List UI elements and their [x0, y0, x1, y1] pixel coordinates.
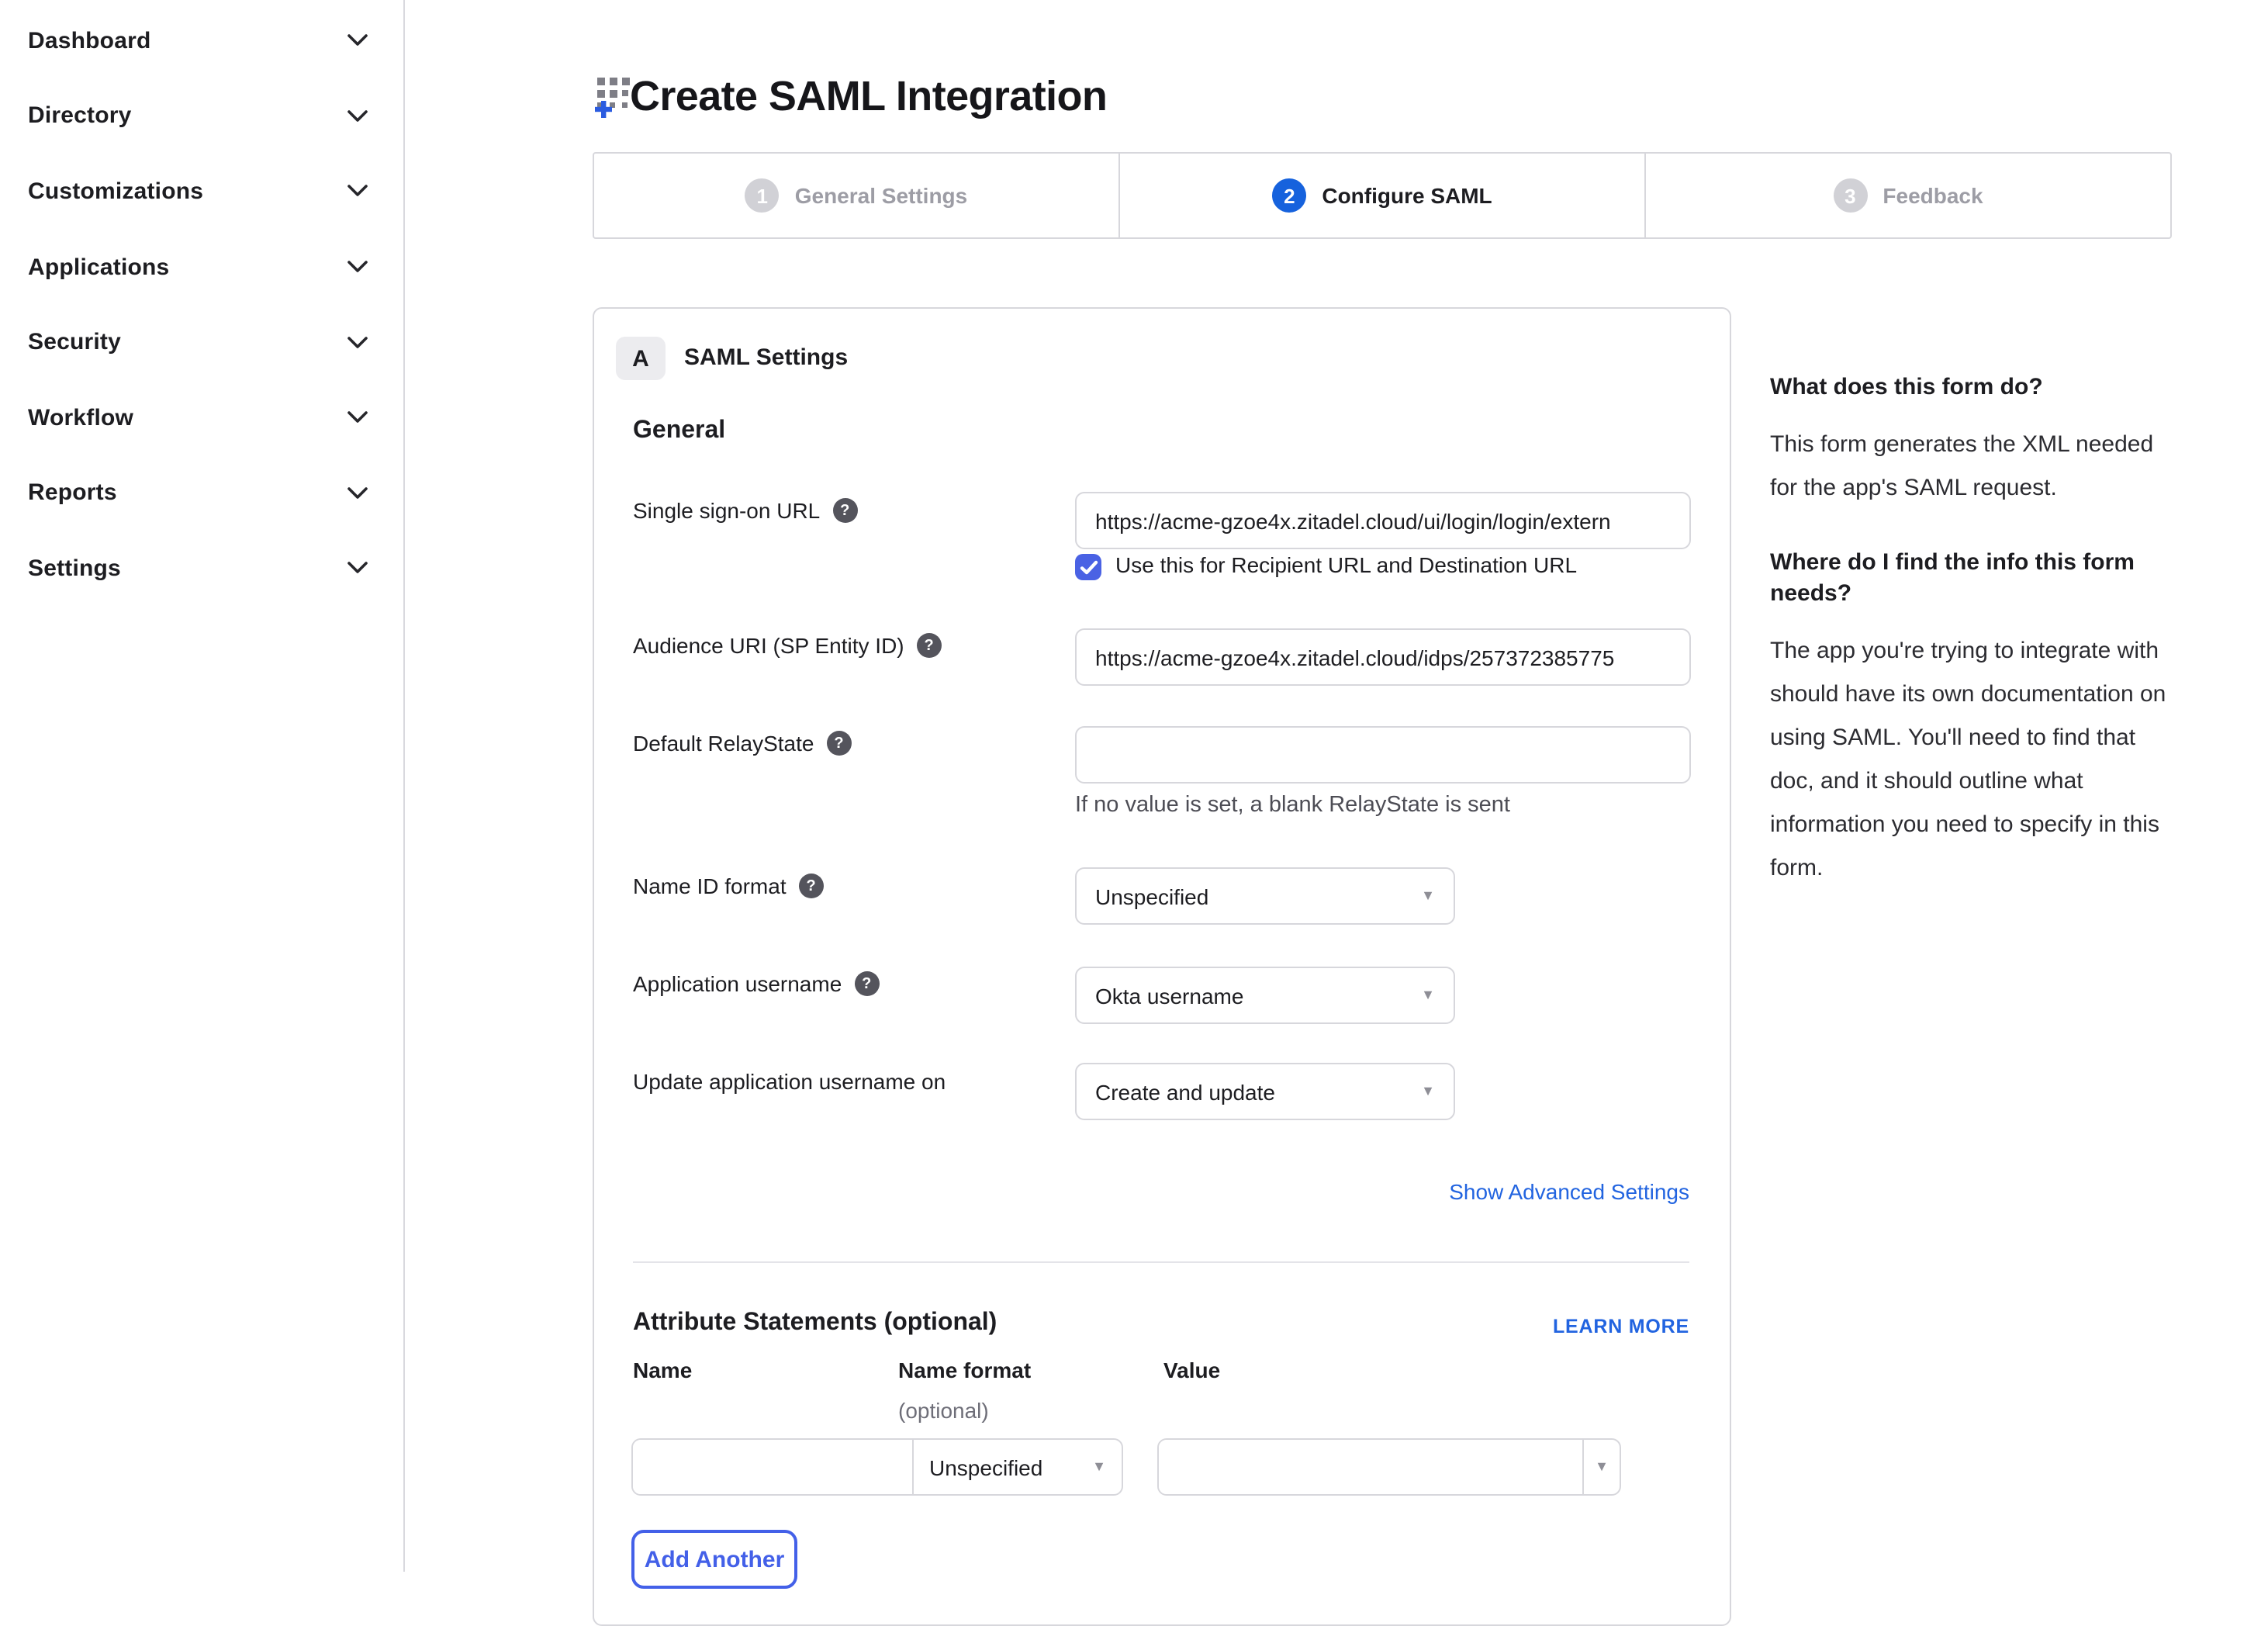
sidebar-item-settings[interactable]: Settings: [0, 531, 403, 606]
sidebar-item-customizations[interactable]: Customizations: [0, 154, 403, 229]
application-username-label: Application username ?: [633, 968, 879, 999]
field-label-text: Update application username on: [633, 1069, 946, 1094]
question-mark-icon[interactable]: ?: [832, 498, 857, 523]
attribute-statements-heading: Attribute Statements (optional): [633, 1309, 997, 1337]
triangle-down-icon: ▼: [1595, 1460, 1609, 1474]
step-label: Feedback: [1883, 183, 1983, 208]
sidebar-item-label: Reports: [28, 480, 117, 507]
section-a-badge: A: [616, 337, 666, 380]
attribute-name-format-select[interactable]: Unspecified ▼: [912, 1440, 1122, 1494]
audience-uri-input[interactable]: [1075, 628, 1691, 686]
column-header-value: Value: [1163, 1358, 1220, 1382]
attribute-value-group: ▼: [1157, 1438, 1621, 1496]
help-answer-1: This form generates the XML needed for t…: [1770, 424, 2176, 510]
triangle-down-icon: ▼: [1421, 889, 1435, 903]
sidebar-item-reports[interactable]: Reports: [0, 455, 403, 531]
field-label-text: Name ID format: [633, 874, 787, 898]
sidebar: Dashboard Directory Customizations Appli…: [0, 0, 405, 1572]
chevron-down-icon: [347, 185, 368, 198]
name-id-format-label: Name ID format ?: [633, 870, 824, 901]
check-icon: [1079, 559, 1098, 575]
sidebar-item-label: Directory: [28, 103, 132, 130]
sso-url-label: Single sign-on URL ?: [633, 495, 857, 526]
help-answer-2: The app you're trying to integrate with …: [1770, 630, 2176, 891]
field-label-text: Single sign-on URL: [633, 498, 820, 523]
attribute-value-input[interactable]: [1159, 1440, 1582, 1494]
help-panel: What does this form do? This form genera…: [1770, 372, 2176, 928]
sidebar-item-applications[interactable]: Applications: [0, 230, 403, 305]
chevron-down-icon: [347, 35, 368, 47]
question-mark-icon[interactable]: ?: [854, 971, 879, 996]
chevron-down-icon: [347, 336, 368, 348]
select-value: Unspecified: [929, 1455, 1042, 1479]
app-grid-plus-icon: [594, 78, 631, 118]
chevron-down-icon: [347, 562, 368, 575]
select-value: Create and update: [1095, 1079, 1275, 1104]
audience-uri-label: Audience URI (SP Entity ID) ?: [633, 630, 942, 661]
select-value: Okta username: [1095, 983, 1243, 1008]
chevron-down-icon: [347, 412, 368, 424]
wizard-stepper: 1 General Settings 2 Configure SAML 3 Fe…: [593, 152, 2172, 239]
section-title: SAML Settings: [684, 344, 848, 371]
sidebar-item-security[interactable]: Security: [0, 305, 403, 380]
step-number-badge: 3: [1833, 178, 1867, 213]
triangle-down-icon: ▼: [1092, 1460, 1106, 1474]
sso-url-input[interactable]: [1075, 492, 1691, 549]
chevron-down-icon: [347, 110, 368, 123]
relaystate-hint: If no value is set, a blank RelayState i…: [1075, 793, 1510, 818]
step-general-settings[interactable]: 1 General Settings: [594, 154, 1118, 237]
question-mark-icon[interactable]: ?: [917, 633, 942, 658]
recipient-url-checkbox-label: Use this for Recipient URL and Destinati…: [1115, 552, 1577, 577]
add-another-button[interactable]: Add Another: [631, 1530, 797, 1589]
sidebar-item-dashboard[interactable]: Dashboard: [0, 3, 403, 78]
relaystate-input[interactable]: [1075, 726, 1691, 784]
application-username-select[interactable]: Okta username ▼: [1075, 967, 1455, 1024]
name-id-format-select[interactable]: Unspecified ▼: [1075, 867, 1455, 925]
chevron-down-icon: [347, 261, 368, 273]
question-mark-icon[interactable]: ?: [826, 731, 851, 756]
saml-settings-card: A SAML Settings General Single sign-on U…: [593, 307, 1731, 1626]
question-mark-icon[interactable]: ?: [799, 874, 824, 898]
attribute-value-dropdown-button[interactable]: ▼: [1582, 1440, 1620, 1494]
step-number-badge: 2: [1272, 178, 1306, 213]
sidebar-item-directory[interactable]: Directory: [0, 78, 403, 154]
triangle-down-icon: ▼: [1421, 988, 1435, 1002]
column-header-name-format: Name format: [898, 1358, 1031, 1382]
step-number-badge: 1: [745, 178, 780, 213]
section-divider: [633, 1261, 1689, 1263]
sidebar-item-label: Security: [28, 329, 121, 355]
step-feedback[interactable]: 3 Feedback: [1644, 154, 2170, 237]
general-heading: General: [633, 417, 725, 445]
update-username-select[interactable]: Create and update ▼: [1075, 1063, 1455, 1120]
step-configure-saml[interactable]: 2 Configure SAML: [1118, 154, 1644, 237]
relaystate-label: Default RelayState ?: [633, 728, 851, 759]
attribute-name-format-group: Unspecified ▼: [631, 1438, 1123, 1496]
update-username-label: Update application username on: [633, 1066, 946, 1097]
show-advanced-settings-link[interactable]: Show Advanced Settings: [1449, 1179, 1689, 1204]
sidebar-item-label: Workflow: [28, 405, 133, 431]
sidebar-item-label: Dashboard: [28, 28, 151, 54]
help-question-1: What does this form do?: [1770, 372, 2176, 403]
field-label-text: Audience URI (SP Entity ID): [633, 633, 904, 658]
step-label: Configure SAML: [1322, 183, 1492, 208]
select-value: Unspecified: [1095, 884, 1208, 908]
sidebar-item-label: Applications: [28, 254, 169, 280]
help-question-2: Where do I find the info this form needs…: [1770, 548, 2176, 610]
column-header-name: Name: [633, 1358, 692, 1382]
recipient-url-checkbox[interactable]: [1075, 554, 1101, 580]
okta-admin-page: Dashboard Directory Customizations Appli…: [0, 0, 2268, 1572]
chevron-down-icon: [347, 487, 368, 500]
page-title: Create SAML Integration: [630, 73, 1107, 121]
sidebar-item-workflow[interactable]: Workflow: [0, 380, 403, 455]
learn-more-link[interactable]: LEARN MORE: [1553, 1316, 1689, 1337]
attribute-name-input[interactable]: [633, 1440, 912, 1494]
triangle-down-icon: ▼: [1421, 1085, 1435, 1098]
sidebar-item-label: Customizations: [28, 178, 203, 205]
field-label-text: Default RelayState: [633, 731, 814, 756]
sidebar-item-label: Settings: [28, 555, 121, 582]
column-header-optional: (optional): [898, 1398, 989, 1423]
step-label: General Settings: [795, 183, 968, 208]
field-label-text: Application username: [633, 971, 842, 996]
